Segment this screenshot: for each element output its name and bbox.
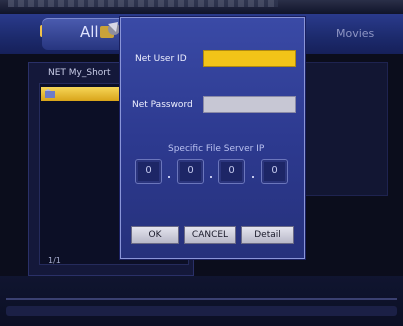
- bottom-divider: [6, 298, 397, 300]
- preview-panel: [300, 62, 388, 196]
- ip-octet-3-field[interactable]: 0: [218, 159, 245, 184]
- net-user-id-field[interactable]: [203, 50, 296, 67]
- ip-octet-2-value: 0: [187, 165, 194, 176]
- detail-button[interactable]: Detail: [241, 226, 294, 244]
- ip-separator-dot: [210, 176, 212, 178]
- media-browser-screen: All Movies NET My_Short 1/1 Net User ID …: [0, 0, 403, 326]
- top-header-strip: [8, 0, 278, 7]
- net-password-field[interactable]: [203, 96, 296, 113]
- ip-octet-3-value: 0: [228, 165, 235, 176]
- ok-button[interactable]: OK: [131, 226, 179, 244]
- file-server-ip-title: Specific File Server IP: [168, 144, 265, 154]
- media-category-icon: [100, 22, 120, 38]
- page-count: 1/1: [48, 256, 61, 265]
- bottom-info-strip: [6, 306, 397, 316]
- ip-octet-2-field[interactable]: 0: [177, 159, 204, 184]
- net-password-label: Net Password: [132, 100, 193, 110]
- net-user-id-label: Net User ID: [135, 54, 187, 64]
- ip-octet-4-value: 0: [271, 165, 278, 176]
- ip-octet-1-value: 0: [145, 165, 152, 176]
- cancel-button[interactable]: CANCEL: [184, 226, 236, 244]
- tab-movies[interactable]: Movies: [336, 27, 374, 40]
- ip-separator-dot: [168, 176, 170, 178]
- tab-all-label: All: [80, 23, 99, 41]
- network-folder-icon: [45, 89, 55, 98]
- bottom-bar: [0, 276, 403, 326]
- ip-octet-4-field[interactable]: 0: [261, 159, 288, 184]
- ip-octet-1-field[interactable]: 0: [135, 159, 162, 184]
- path-label: NET My_Short: [48, 68, 111, 78]
- ip-separator-dot: [252, 176, 254, 178]
